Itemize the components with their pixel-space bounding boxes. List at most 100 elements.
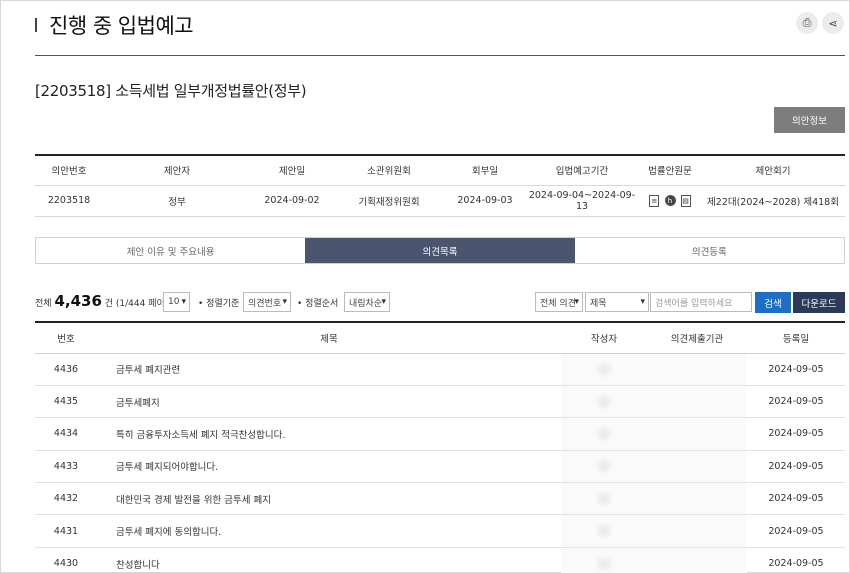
row-author (561, 385, 647, 419)
row-date: 2024-09-05 (747, 417, 845, 451)
blurred-author (597, 395, 611, 408)
col-proposal-date: 제안일 (251, 155, 333, 186)
blurred-author (597, 427, 611, 440)
table-row[interactable]: 4432 대한민국 경제 발전을 위한 금투세 폐지 2024-09-05 (35, 482, 845, 516)
col-period: 입법예고기간 (525, 155, 639, 186)
table-row[interactable]: 4431 금투세 폐지에 동의합니다. 2024-09-05 (35, 514, 845, 548)
table-row[interactable]: 4430 찬성합니다 2024-09-05 (35, 547, 845, 573)
row-no: 4432 (35, 482, 97, 516)
tab-reason[interactable]: 제안 이유 및 주요내용 (36, 238, 306, 263)
search-input[interactable]: 검색어를 입력하세요 (650, 292, 752, 312)
row-org (647, 547, 747, 573)
sort-key-select[interactable]: 의견번호 (243, 292, 291, 312)
row-author (561, 547, 647, 573)
info-header-row: 의안번호 제안자 제안일 소관위원회 회부일 입법예고기간 법률안원문 제안회기 (35, 155, 845, 186)
row-no: 4435 (35, 385, 97, 419)
col-session: 제안회기 (701, 155, 845, 186)
row-date: 2024-09-05 (747, 482, 845, 516)
blurred-author (597, 460, 611, 473)
col-org: 의견제출기관 (647, 322, 747, 354)
col-no: 번호 (35, 322, 97, 354)
row-author (561, 482, 647, 516)
col-referral-date: 회부일 (445, 155, 525, 186)
row-author (561, 450, 647, 484)
total-count: 전체 4,436 건 (1/444 페이지) (35, 292, 177, 310)
row-org (647, 385, 747, 419)
row-date: 2024-09-05 (747, 353, 845, 386)
row-title[interactable]: 찬성합니다 (97, 547, 561, 573)
download-button[interactable]: 다운로드 (793, 292, 845, 313)
total-number: 4,436 (54, 292, 102, 310)
list-controls: 전체 4,436 건 (1/444 페이지) 10 • 정렬기준 의견번호 • … (35, 292, 845, 314)
bill-no: 2203518 (35, 185, 103, 217)
row-date: 2024-09-05 (747, 385, 845, 419)
row-no: 4431 (35, 514, 97, 548)
info-row: 2203518 정부 2024-09-02 기획재정위원회 2024-09-03… (35, 185, 845, 217)
title-bar-accent (35, 18, 37, 32)
blurred-author (597, 363, 611, 376)
row-title[interactable]: 금투세 폐지되어야합니다. (97, 450, 561, 484)
table-row[interactable]: 4435 금투세폐지 2024-09-05 (35, 385, 845, 419)
row-org (647, 353, 747, 386)
row-author (561, 514, 647, 548)
notice-period: 2024-09-04~2024-09-13 (525, 185, 639, 217)
row-title[interactable]: 금투세 폐지에 동의합니다. (97, 514, 561, 548)
row-no: 4436 (35, 353, 97, 386)
tab-opinion-register[interactable]: 의견등록 (574, 238, 844, 263)
total-prefix: 전체 (35, 299, 52, 309)
page-header: 진행 중 입법예고 ⎙ ⋖ (35, 8, 845, 56)
blurred-author (597, 557, 611, 570)
print-icon[interactable]: ⎙ (796, 12, 818, 34)
col-proposer: 제안자 (103, 155, 251, 186)
session: 제22대(2024~2028) 제418회 (701, 185, 845, 217)
col-author: 작성자 (561, 322, 647, 354)
share-icon[interactable]: ⋖ (822, 12, 844, 34)
col-committee: 소관위원회 (333, 155, 445, 186)
committee: 기획재정위원회 (333, 185, 445, 217)
blurred-author (597, 492, 611, 505)
row-title[interactable]: 특히 금융투자소득세 폐지 적극찬성합니다. (97, 417, 561, 451)
tab-bar: 제안 이유 및 주요내용 의견목록 의견등록 (35, 237, 845, 264)
bill-info-button[interactable]: 의안정보 (774, 107, 845, 133)
hwp-file-icon[interactable]: h (664, 195, 676, 206)
table-row[interactable]: 4434 특히 금융투자소득세 폐지 적극찬성합니다. 2024-09-05 (35, 417, 845, 451)
row-org (647, 482, 747, 516)
page-size-select[interactable]: 10 (163, 292, 190, 312)
row-title[interactable]: 금투세폐지 (97, 385, 561, 419)
col-bill-no: 의안번호 (35, 155, 103, 186)
row-date: 2024-09-05 (747, 514, 845, 548)
original-text-icons: ≡ h ▤ (639, 185, 701, 217)
opinion-list-table: 번호 제목 작성자 의견제출기관 등록일 4436 금투세 폐지관련 2024-… (35, 321, 845, 573)
row-title[interactable]: 금투세 폐지관련 (97, 353, 561, 386)
bill-info-table: 의안번호 제안자 제안일 소관위원회 회부일 입법예고기간 법률안원문 제안회기… (35, 154, 845, 217)
tab-opinion-list[interactable]: 의견목록 (305, 238, 575, 263)
search-field-select[interactable]: 제목 (585, 292, 649, 312)
col-original-text: 법률안원문 (639, 155, 701, 186)
col-title: 제목 (97, 322, 561, 354)
sort-order-select[interactable]: 내림차순 (344, 292, 390, 312)
row-author (561, 353, 647, 386)
list-header-row: 번호 제목 작성자 의견제출기관 등록일 (35, 322, 845, 354)
pdf-file-icon[interactable]: ▤ (680, 194, 691, 207)
col-date: 등록일 (747, 322, 845, 354)
page-title: 진행 중 입법예고 (49, 14, 194, 38)
proposal-date: 2024-09-02 (251, 185, 333, 217)
row-org (647, 450, 747, 484)
row-no: 4430 (35, 547, 97, 573)
document-view-icon[interactable]: ≡ (649, 194, 660, 207)
row-org (647, 417, 747, 451)
proposer: 정부 (103, 185, 251, 217)
row-date: 2024-09-05 (747, 547, 845, 573)
row-author (561, 417, 647, 451)
sort-order-label: • 정렬순서 (297, 299, 339, 309)
referral-date: 2024-09-03 (445, 185, 525, 217)
blurred-author (597, 525, 611, 538)
row-org (647, 514, 747, 548)
sort-key-label: • 정렬기준 (198, 299, 240, 309)
row-no: 4434 (35, 417, 97, 451)
row-title[interactable]: 대한민국 경제 발전을 위한 금투세 폐지 (97, 482, 561, 516)
table-row[interactable]: 4436 금투세 폐지관련 2024-09-05 (35, 353, 845, 386)
search-scope-select[interactable]: 전체 의견 (535, 292, 583, 312)
table-row[interactable]: 4433 금투세 폐지되어야합니다. 2024-09-05 (35, 450, 845, 484)
search-button[interactable]: 검색 (755, 292, 791, 313)
